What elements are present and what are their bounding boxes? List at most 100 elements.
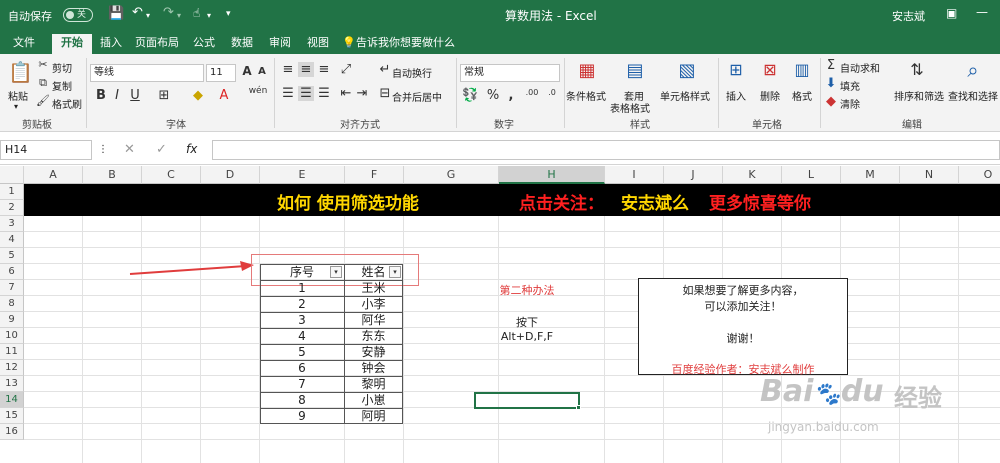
customize-qat-icon[interactable]: ▾ [226, 9, 231, 19]
comma-style-icon[interactable]: , [504, 88, 518, 103]
selected-cell[interactable] [474, 392, 580, 409]
column-header-g[interactable]: G [404, 166, 499, 184]
row-header-8[interactable]: 8 [0, 296, 24, 312]
worksheet-grid[interactable]: ABCDEFGHIJKLMNO 1 2 3 4 5 6 7 8 9 10 11 12 13 14 15 16 … [0, 166, 1000, 463]
row-header-3[interactable]: 3 [0, 216, 24, 232]
row-header-10[interactable]: 10 [0, 328, 24, 344]
save-icon[interactable]: 💾 [108, 6, 124, 21]
tab-data[interactable]: 数据 [226, 34, 258, 54]
column-header-d[interactable]: D [201, 166, 260, 184]
tab-page-layout[interactable]: 页面布局 [132, 34, 182, 54]
italic-icon[interactable]: I [110, 88, 124, 103]
clear-icon[interactable]: ◆ [824, 94, 838, 109]
formula-input[interactable] [212, 140, 1000, 160]
minimize-icon[interactable]: — [976, 5, 988, 19]
row-header-12[interactable]: 12 [0, 360, 24, 376]
column-header-i[interactable]: I [605, 166, 664, 184]
row-header-4[interactable]: 4 [0, 232, 24, 248]
row-header-5[interactable]: 5 [0, 248, 24, 264]
row-header-15[interactable]: 15 [0, 408, 24, 424]
select-all-corner[interactable] [0, 166, 24, 184]
fill-button[interactable]: 填充 [840, 78, 860, 93]
undo-dropdown-icon[interactable]: ▾ [146, 11, 150, 20]
format-as-table-label-2[interactable]: 表格格式 [610, 100, 650, 115]
paste-icon[interactable]: 📋 [8, 60, 33, 84]
tab-insert[interactable]: 插入 [94, 34, 128, 54]
find-select-button[interactable]: 查找和选择 [948, 88, 998, 103]
row-header-11[interactable]: 11 [0, 344, 24, 360]
tab-home[interactable]: 开始 [52, 34, 92, 54]
autosum-icon[interactable]: Σ [824, 58, 838, 73]
align-bottom-icon[interactable]: ≡ [316, 62, 332, 77]
autosum-button[interactable]: 自动求和 [840, 60, 880, 75]
column-header-l[interactable]: L [782, 166, 841, 184]
paste-button-label[interactable]: 粘贴 [8, 88, 28, 103]
orientation-icon[interactable]: ⤢ [338, 62, 354, 77]
redo-icon[interactable]: ↷ [163, 5, 174, 20]
percent-icon[interactable]: % [486, 88, 500, 103]
wrap-text-button[interactable]: 自动换行 [392, 65, 432, 80]
find-select-icon[interactable]: ⌕ [960, 58, 986, 82]
column-header-e[interactable]: E [260, 166, 345, 184]
more-options-icon[interactable]: ⋮ [98, 144, 108, 155]
merge-center-button[interactable]: 合并后居中 [392, 89, 442, 104]
tab-file[interactable]: 文件 [6, 34, 42, 54]
tab-formulas[interactable]: 公式 [188, 34, 220, 54]
copy-button[interactable]: 复制 [52, 78, 72, 93]
accounting-format-icon[interactable]: 💱 [462, 88, 478, 103]
font-name-select[interactable]: 等线 [90, 64, 204, 82]
column-header-o[interactable]: O [959, 166, 1000, 184]
conditional-format-icon[interactable]: ▦ [576, 60, 598, 81]
cut-button[interactable]: 剪切 [52, 60, 72, 75]
touch-dropdown-icon[interactable]: ▾ [207, 11, 211, 20]
copy-icon[interactable]: ⧉ [36, 76, 50, 90]
insert-function-icon[interactable]: fx [186, 142, 197, 156]
wrap-text-icon[interactable]: ↵ [378, 62, 392, 77]
format-painter-button[interactable]: 格式刷 [52, 96, 82, 111]
row-header-1[interactable]: 1 [0, 184, 24, 200]
column-header-a[interactable]: A [24, 166, 83, 184]
merge-center-icon[interactable]: ⊟ [378, 86, 392, 101]
phonetic-icon[interactable]: wén [248, 86, 268, 96]
align-center-icon[interactable]: ☰ [298, 86, 314, 101]
touch-mode-icon[interactable]: ☝ [193, 6, 200, 20]
align-top-icon[interactable]: ≡ [280, 62, 296, 77]
cell-styles-button[interactable]: 单元格样式 [660, 88, 710, 103]
conditional-format-button[interactable]: 条件格式 [566, 88, 606, 103]
underline-icon[interactable]: U [128, 88, 142, 103]
column-header-m[interactable]: M [841, 166, 900, 184]
align-right-icon[interactable]: ☰ [316, 86, 332, 101]
increase-font-icon[interactable]: A [240, 64, 254, 78]
increase-decimal-icon[interactable]: .00 [524, 88, 540, 97]
delete-cells-button[interactable]: 删除 [760, 88, 780, 103]
sort-filter-button[interactable]: 排序和筛选 [894, 88, 944, 103]
row-header-13[interactable]: 13 [0, 376, 24, 392]
paste-dropdown-icon[interactable]: ▾ [14, 102, 18, 111]
row-header-16[interactable]: 16 [0, 424, 24, 440]
ribbon-display-icon[interactable]: ▣ [946, 6, 957, 20]
format-cells-button[interactable]: 格式 [792, 88, 812, 103]
row-header-2[interactable]: 2 [0, 200, 24, 216]
filter-dropdown-icon[interactable]: ▾ [389, 266, 401, 278]
column-header-j[interactable]: J [664, 166, 723, 184]
column-header-b[interactable]: B [83, 166, 142, 184]
tab-view[interactable]: 视图 [302, 34, 334, 54]
tell-me-box[interactable]: 告诉我你想要做什么 [356, 34, 456, 54]
format-painter-icon[interactable]: 🖌 [36, 94, 50, 107]
row-header-9[interactable]: 9 [0, 312, 24, 328]
insert-cells-icon[interactable]: ⊞ [726, 60, 746, 79]
row-header-6[interactable]: 6 [0, 264, 24, 280]
redo-dropdown-icon[interactable]: ▾ [177, 11, 181, 20]
column-header-f[interactable]: F [345, 166, 404, 184]
sort-filter-icon[interactable]: ⇅ [906, 60, 928, 79]
undo-icon[interactable]: ↶ [132, 5, 143, 20]
column-header-k[interactable]: K [723, 166, 782, 184]
cancel-icon[interactable]: ✕ [124, 142, 135, 157]
column-header-c[interactable]: C [142, 166, 201, 184]
decrease-indent-icon[interactable]: ⇤ [338, 86, 354, 101]
font-color-icon[interactable]: A [216, 88, 232, 103]
fill-color-icon[interactable]: ◆ [190, 88, 206, 103]
cell-styles-icon[interactable]: ▧ [676, 60, 698, 81]
tab-review[interactable]: 审阅 [264, 34, 296, 54]
borders-icon[interactable]: ⊞ [156, 88, 172, 103]
